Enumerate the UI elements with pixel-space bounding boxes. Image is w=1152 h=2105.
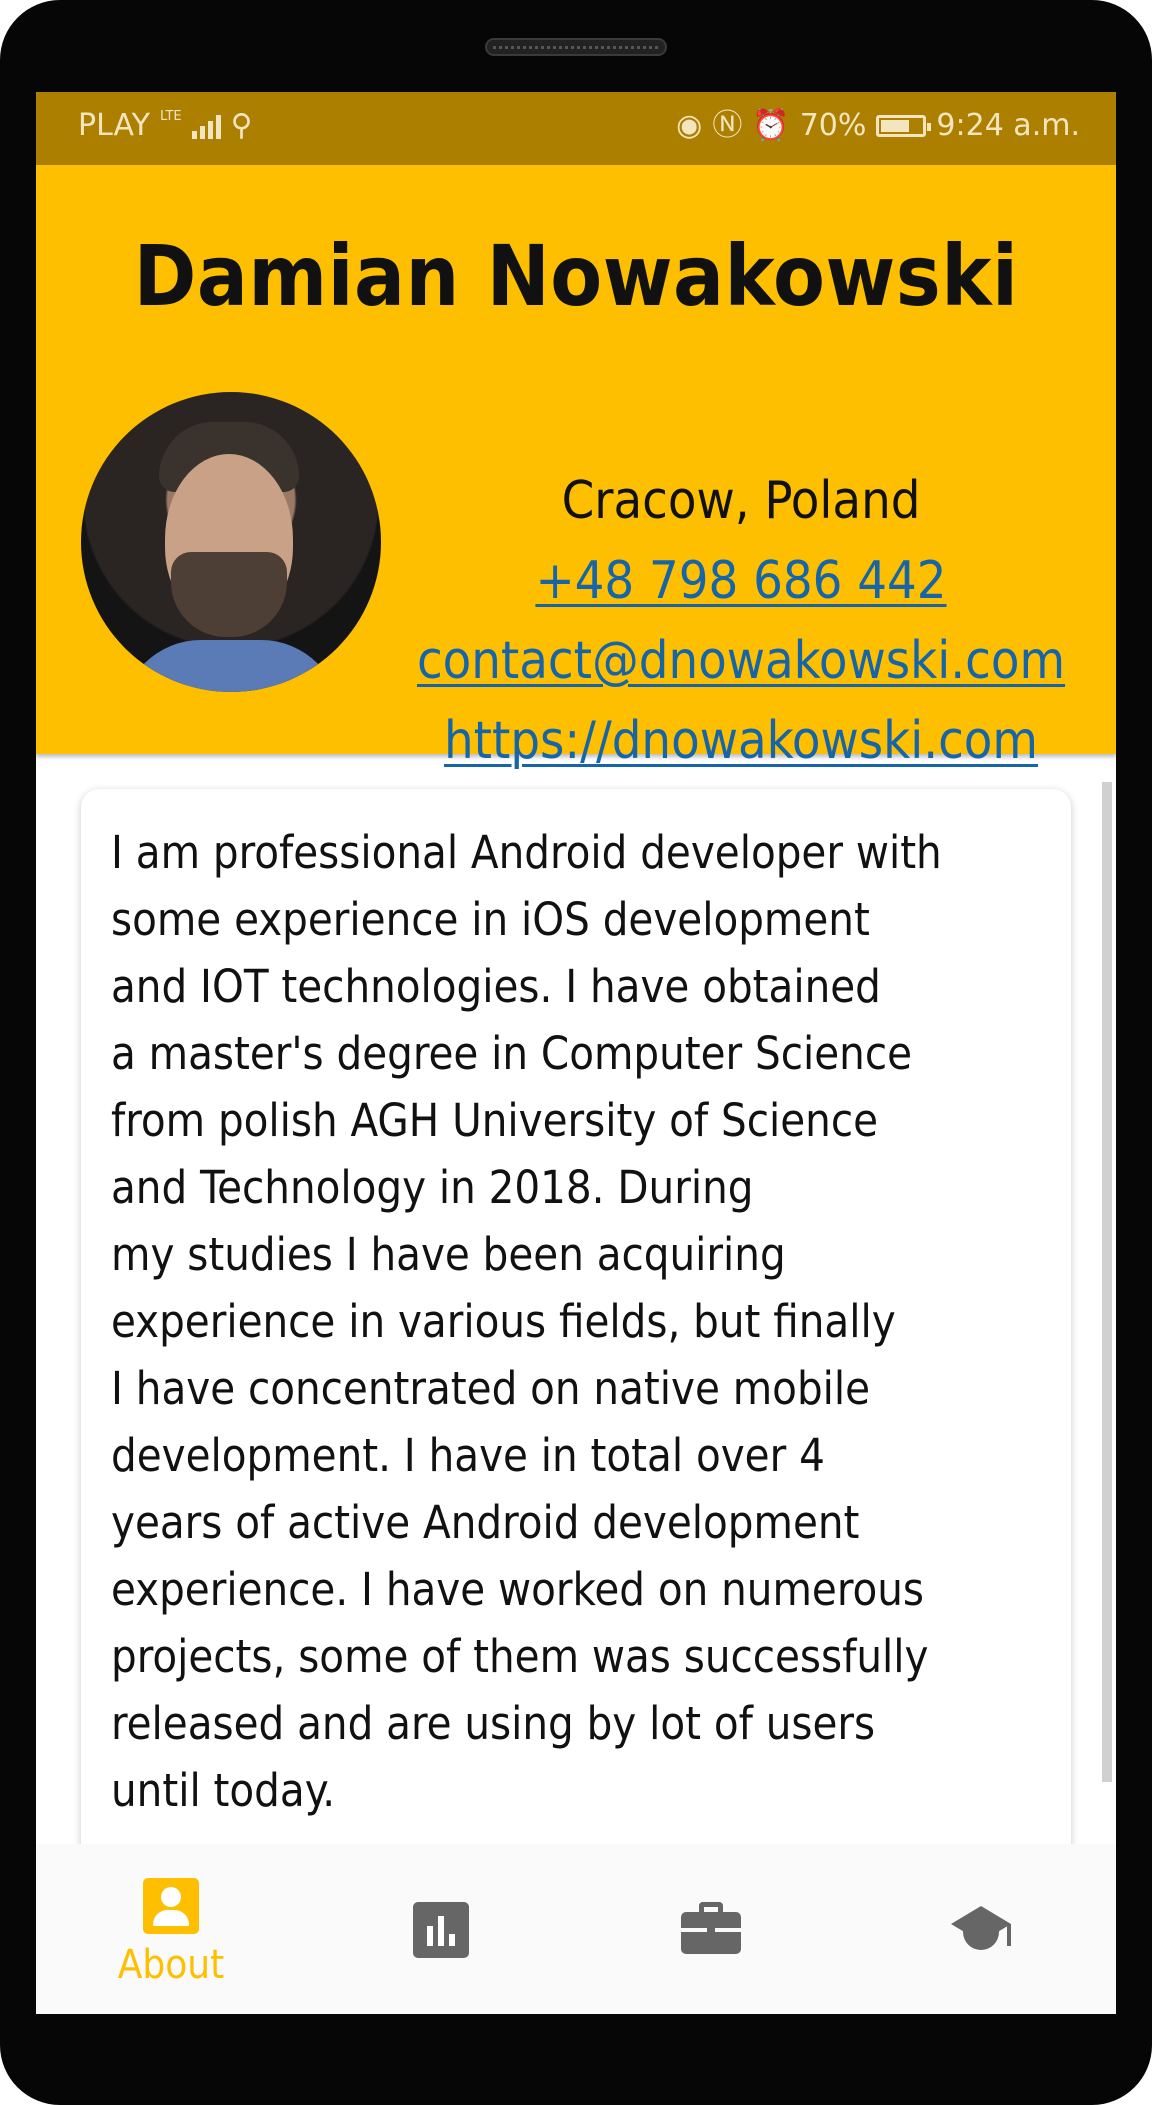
contact-info: Cracow, Poland +48 798 686 442 contact@d… [400, 461, 1082, 781]
carrier-label: PLAY [78, 108, 151, 143]
signal-icon [191, 113, 221, 139]
nfc-icon: Ⓝ [712, 107, 743, 143]
nav-education[interactable] [846, 1844, 1116, 2014]
nav-about-label: About [117, 1942, 225, 1988]
battery-percent: 70% [799, 108, 867, 143]
alarm-icon: ⏰ [752, 107, 790, 143]
bio-text: I am professional Android developer with… [111, 826, 942, 1817]
clock: 9:24 a.m. [936, 108, 1080, 143]
location-text: Cracow, Poland [561, 471, 921, 531]
about-card: I am professional Android developer with… [81, 789, 1071, 1889]
person-icon [143, 1878, 199, 1934]
nav-experience[interactable] [576, 1844, 846, 2014]
graduation-cap-icon [947, 1902, 1015, 1954]
bar-chart-icon [413, 1902, 469, 1958]
profile-header: Damian Nowakowski Cracow, Poland +48 798… [36, 165, 1116, 771]
network-type: LTE [160, 109, 182, 124]
avatar [81, 392, 381, 692]
usb-icon: ⚲ [230, 107, 253, 143]
profile-name: Damian Nowakowski [133, 227, 1019, 325]
briefcase-icon [681, 1902, 741, 1954]
phone-frame: PLAY LTE ⚲ ◉ Ⓝ ⏰ 70% 9:24 a.m. Damian No… [0, 0, 1152, 2105]
battery-icon [876, 114, 932, 137]
nav-about[interactable]: About [36, 1844, 306, 2014]
phone-link[interactable]: +48 798 686 442 [400, 541, 1082, 621]
bottom-navigation: About [36, 1844, 1116, 2014]
email-link[interactable]: contact@dnowakowski.com [400, 621, 1082, 701]
eye-comfort-icon: ◉ [676, 107, 703, 143]
nav-skills[interactable] [306, 1844, 576, 2014]
speaker-grille [485, 38, 667, 56]
website-link[interactable]: https://dnowakowski.com [400, 701, 1082, 781]
app-screen: PLAY LTE ⚲ ◉ Ⓝ ⏰ 70% 9:24 a.m. Damian No… [36, 92, 1116, 2014]
status-bar: PLAY LTE ⚲ ◉ Ⓝ ⏰ 70% 9:24 a.m. [36, 92, 1116, 165]
scrollbar[interactable] [1102, 782, 1112, 1782]
